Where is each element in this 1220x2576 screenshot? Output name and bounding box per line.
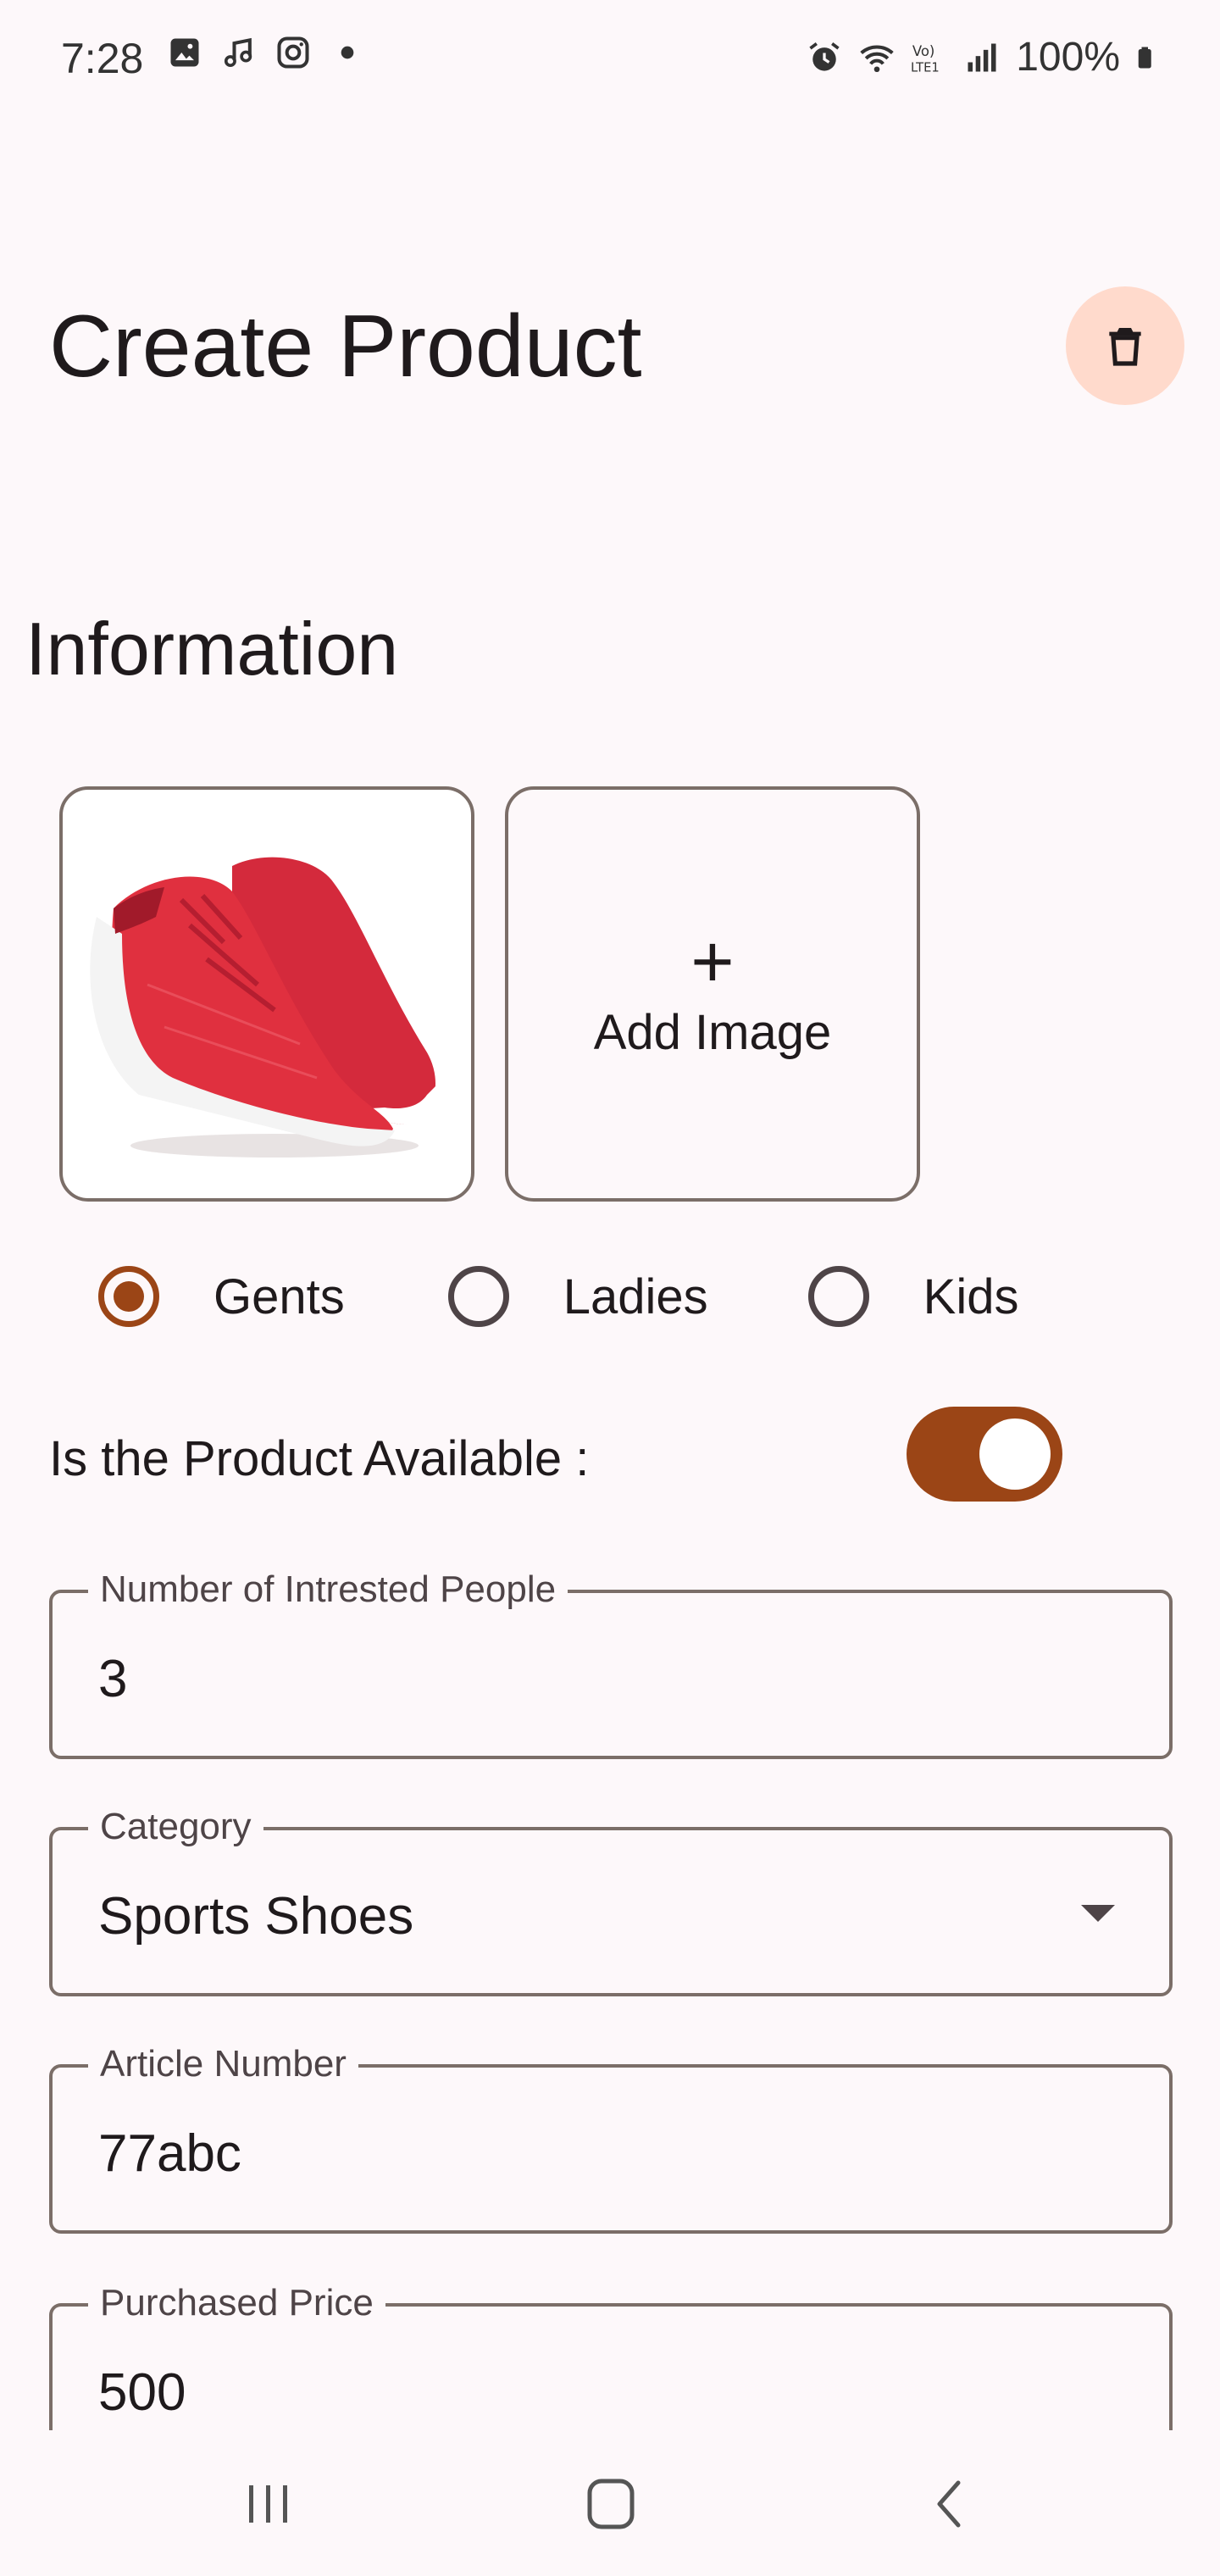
- article-number-value: 77abc: [98, 2124, 241, 2183]
- category-value: Sports Shoes: [98, 1887, 414, 1946]
- recent-apps-icon: [249, 2485, 287, 2523]
- interested-people-value: 3: [98, 1650, 128, 1708]
- gallery-icon: [170, 38, 199, 67]
- battery-icon: [1138, 47, 1151, 68]
- gender-radio-group: Gents Ladies Kids: [98, 1266, 1019, 1327]
- radio-ladies[interactable]: [447, 1266, 509, 1327]
- navigation-bar: [0, 2432, 1220, 2576]
- signal-icon: [968, 43, 996, 71]
- dot-icon: [341, 46, 354, 59]
- category-label: Category: [88, 1805, 263, 1849]
- instagram-icon: [277, 36, 309, 69]
- recent-apps-button[interactable]: [230, 2466, 307, 2542]
- home-icon: [587, 2479, 635, 2529]
- interested-people-label: Number of Intrested People: [88, 1568, 568, 1612]
- availability-toggle[interactable]: [907, 1407, 1062, 1502]
- radio-option-gents[interactable]: Gents: [98, 1266, 345, 1327]
- article-number-field[interactable]: Article Number 77abc: [49, 2042, 1173, 2234]
- radio-kids[interactable]: [807, 1266, 869, 1327]
- battery-percentage: 100%: [1016, 35, 1120, 80]
- svg-text:Vo): Vo): [912, 43, 935, 59]
- home-button[interactable]: [573, 2466, 649, 2542]
- status-time: 7:28: [61, 35, 144, 82]
- radio-label-gents: Gents: [214, 1269, 345, 1324]
- dropdown-arrow-icon[interactable]: [1081, 1905, 1115, 1922]
- svg-text:LTE1: LTE1: [911, 60, 940, 75]
- trash-icon: [1109, 328, 1141, 366]
- delete-button[interactable]: [1066, 286, 1184, 405]
- radio-gents[interactable]: [98, 1266, 159, 1327]
- availability-label: Is the Product Available :: [49, 1431, 590, 1486]
- plus-icon: +: [690, 919, 735, 1003]
- article-number-label: Article Number: [88, 2042, 358, 2086]
- radio-selected-dot: [114, 1281, 144, 1312]
- purchased-price-label: Purchased Price: [88, 2281, 385, 2325]
- product-image-tile[interactable]: [59, 786, 474, 1202]
- radio-label-kids: Kids: [923, 1269, 1019, 1324]
- page-title: Create Product: [49, 297, 642, 396]
- add-image-label: Add Image: [593, 1004, 832, 1060]
- purchased-price-value: 500: [98, 2363, 186, 2422]
- radio-label-ladies: Ladies: [563, 1269, 708, 1324]
- shoe-image: [90, 857, 441, 1158]
- volte-icon: Vo)LTE1: [911, 43, 940, 75]
- toggle-knob: [979, 1418, 1051, 1490]
- radio-option-ladies[interactable]: Ladies: [447, 1266, 708, 1327]
- radio-option-kids[interactable]: Kids: [807, 1266, 1019, 1327]
- add-image-button[interactable]: + Add Image: [505, 786, 920, 1202]
- section-title: Information: [25, 607, 399, 691]
- interested-people-field[interactable]: Number of Intrested People 3: [49, 1568, 1173, 1759]
- status-right-icons: Vo) LTE1 100%: [806, 34, 1161, 80]
- category-dropdown[interactable]: Category Sports Shoes: [49, 1805, 1173, 1996]
- back-button[interactable]: [912, 2466, 988, 2542]
- alarm-icon: [809, 42, 840, 71]
- back-icon: [937, 2480, 961, 2528]
- music-note-icon: [224, 37, 252, 68]
- status-left-icons: [166, 34, 366, 71]
- wifi-icon: [860, 44, 894, 72]
- purchased-price-field[interactable]: Purchased Price 500: [49, 2281, 1173, 2430]
